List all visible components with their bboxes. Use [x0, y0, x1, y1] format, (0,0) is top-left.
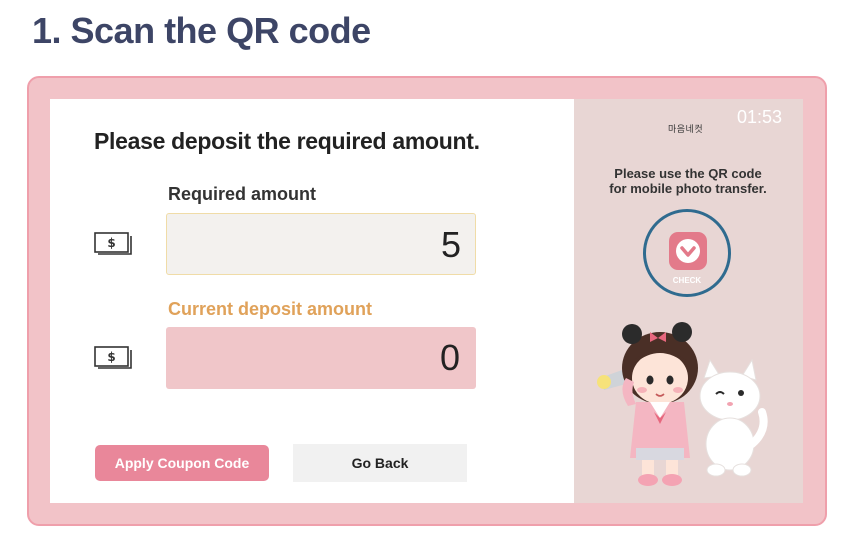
- current-deposit-value: 0: [439, 337, 460, 378]
- current-deposit-label: Current deposit amount: [168, 299, 373, 319]
- go-back-button[interactable]: Go Back: [293, 444, 467, 482]
- required-amount-label: Required amount: [168, 184, 317, 204]
- deposit-prompt: Please deposit the required amount.: [94, 128, 480, 154]
- brand-logo: 마음네컷: [668, 124, 704, 134]
- dollar-bill-icon: $: [94, 346, 132, 369]
- qr-instructions: Please use the QR code for mobile photo …: [578, 166, 798, 196]
- apply-coupon-button[interactable]: Apply Coupon Code: [95, 445, 269, 481]
- required-amount-field: 5: [166, 213, 476, 275]
- page-heading: 1. Scan the QR code: [32, 10, 371, 51]
- svg-text:$: $: [107, 236, 115, 250]
- check-label: CHECK: [672, 276, 702, 285]
- check-button[interactable]: [669, 232, 707, 270]
- chevron-down-icon: [676, 239, 700, 263]
- qr-instructions-line-2: for mobile photo transfer.: [609, 181, 767, 196]
- required-amount-value: 5: [440, 224, 461, 265]
- countdown-timer: 01:53: [737, 107, 783, 127]
- current-deposit-field: 0: [166, 327, 476, 389]
- svg-text:$: $: [107, 350, 115, 364]
- mascot-illustration: [597, 322, 768, 486]
- qr-instructions-line-1: Please use the QR code: [614, 166, 762, 181]
- dollar-bill-icon: $: [94, 232, 132, 255]
